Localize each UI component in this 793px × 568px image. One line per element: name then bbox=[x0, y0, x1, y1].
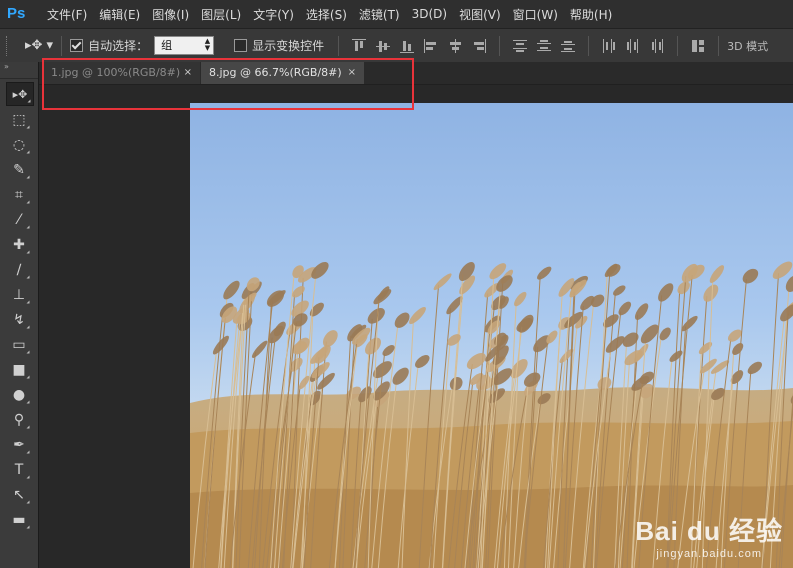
distribute-top-icon[interactable] bbox=[513, 39, 528, 53]
toolbox-collapse-handle[interactable]: » bbox=[0, 62, 38, 79]
brush-icon: ∕ bbox=[16, 262, 22, 278]
reed-field-photo bbox=[190, 103, 793, 568]
marquee-icon: ⬚ bbox=[12, 112, 26, 128]
eraser-icon: ▭ bbox=[12, 337, 26, 353]
brush-tool[interactable]: ∕ bbox=[6, 259, 32, 281]
dodge-tool[interactable]: ⚲ bbox=[6, 409, 32, 431]
auto-select-checkbox[interactable] bbox=[70, 39, 84, 52]
divider bbox=[677, 35, 679, 56]
divider bbox=[338, 35, 340, 56]
document-tab-1[interactable]: 1.jpg @ 100%(RGB/8#) × bbox=[43, 62, 200, 84]
menu-filter[interactable]: 滤镜(T) bbox=[353, 6, 406, 23]
tool-list: ▸✥ ⬚ ◌ ✎ ⌗ ⁄ ✚ ∕ ⊥ ↯ ▭ ■ ● ⚲ ✒ T ↖ ▬ bbox=[0, 82, 38, 531]
menu-window[interactable]: 窗口(W) bbox=[507, 6, 564, 23]
auto-select-label: 自动选择： bbox=[88, 39, 149, 53]
clone-stamp-tool[interactable]: ⊥ bbox=[6, 284, 32, 306]
align-top-edges-icon[interactable] bbox=[352, 38, 367, 53]
eyedropper-icon: ⁄ bbox=[17, 212, 21, 228]
close-icon[interactable]: × bbox=[348, 62, 356, 84]
document-tab-2[interactable]: 8.jpg @ 66.7%(RGB/8#) × bbox=[201, 62, 364, 84]
align-left-edges-icon[interactable] bbox=[424, 38, 438, 53]
menu-layer[interactable]: 图层(L) bbox=[195, 6, 247, 23]
eyedropper-tool[interactable]: ⁄ bbox=[6, 209, 32, 231]
menu-3d[interactable]: 3D(D) bbox=[406, 7, 453, 21]
lasso-icon: ◌ bbox=[12, 137, 26, 153]
path-select-tool[interactable]: ↖ bbox=[6, 484, 32, 506]
document-tab-bar: 1.jpg @ 100%(RGB/8#) × 8.jpg @ 66.7%(RGB… bbox=[39, 62, 793, 85]
options-bar: ▸✥ ▾ 自动选择： 组 ▲ ▼ 显示变换控件 3D 模式 bbox=[0, 28, 793, 63]
document-tab-label: 8.jpg @ 66.7%(RGB/8#) bbox=[209, 66, 342, 79]
move-icon: ▸✥ bbox=[12, 87, 28, 101]
clone-stamp-icon: ⊥ bbox=[12, 287, 26, 303]
menu-help[interactable]: 帮助(H) bbox=[564, 6, 618, 23]
crop-tool[interactable]: ⌗ bbox=[6, 184, 32, 206]
marquee-tool[interactable]: ⬚ bbox=[6, 109, 32, 131]
auto-select-value: 组 bbox=[161, 39, 173, 52]
menu-select[interactable]: 选择(S) bbox=[300, 6, 353, 23]
distribute-right-icon[interactable] bbox=[650, 38, 664, 53]
menu-bar: Ps 文件(F) 编辑(E) 图像(I) 图层(L) 文字(Y) 选择(S) 滤… bbox=[0, 0, 793, 28]
show-transform-checkbox[interactable] bbox=[234, 39, 248, 52]
menu-type[interactable]: 文字(Y) bbox=[247, 6, 300, 23]
photoshop-logo: Ps bbox=[7, 5, 26, 22]
move-tool[interactable]: ▸✥ bbox=[6, 82, 34, 106]
healing-brush-icon: ✚ bbox=[13, 237, 25, 253]
document-tab-label: 1.jpg @ 100%(RGB/8#) bbox=[51, 66, 181, 79]
align-bottom-edges-icon[interactable] bbox=[400, 39, 415, 53]
divider bbox=[718, 35, 720, 56]
toolbox: » ▸✥ ⬚ ◌ ✎ ⌗ ⁄ ✚ ∕ ⊥ ↯ ▭ ■ ● ⚲ ✒ T ↖ ▬ bbox=[0, 62, 39, 568]
auto-align-layers-icon[interactable] bbox=[691, 39, 705, 53]
distribute-left-icon[interactable] bbox=[602, 38, 616, 53]
quick-select-tool[interactable]: ✎ bbox=[6, 159, 32, 181]
watermark-url: jingyan.baidu.com bbox=[656, 548, 762, 560]
baidu-jingyan-watermark: Bai du 经验 jingyan.baidu.com bbox=[635, 511, 783, 560]
gradient-tool[interactable]: ■ bbox=[6, 359, 32, 381]
eraser-tool[interactable]: ▭ bbox=[6, 334, 32, 356]
lasso-tool[interactable]: ◌ bbox=[6, 134, 32, 156]
dodge-icon: ⚲ bbox=[13, 412, 25, 428]
menu-view[interactable]: 视图(V) bbox=[453, 6, 507, 23]
watermark-brand: Bai du 经验 bbox=[635, 516, 783, 546]
align-right-edges-icon[interactable] bbox=[472, 38, 487, 53]
type-icon: T bbox=[14, 462, 24, 478]
healing-brush-tool[interactable]: ✚ bbox=[6, 234, 32, 256]
shape-tool[interactable]: ▬ bbox=[6, 509, 32, 531]
3d-mode-label: 3D 模式 bbox=[727, 39, 769, 53]
type-tool[interactable]: T bbox=[6, 459, 32, 481]
menu-image[interactable]: 图像(I) bbox=[146, 6, 195, 23]
history-brush-icon: ↯ bbox=[13, 312, 25, 328]
auto-select-dropdown[interactable]: 组 ▲ ▼ bbox=[154, 36, 215, 55]
blur-icon: ● bbox=[12, 387, 26, 403]
dropdown-arrows-icon: ▲ ▼ bbox=[204, 37, 211, 52]
options-grip[interactable] bbox=[6, 35, 11, 56]
history-brush-tool[interactable]: ↯ bbox=[6, 309, 32, 331]
move-tool-preset-icon[interactable]: ▸✥ ▾ bbox=[25, 38, 53, 53]
document-canvas[interactable]: Bai du 经验 jingyan.baidu.com bbox=[190, 103, 793, 568]
close-icon[interactable]: × bbox=[184, 62, 192, 84]
divider bbox=[588, 35, 590, 56]
quick-select-icon: ✎ bbox=[13, 162, 25, 178]
blur-tool[interactable]: ● bbox=[6, 384, 32, 406]
align-vertical-centers-icon[interactable] bbox=[376, 39, 391, 53]
path-select-icon: ↖ bbox=[13, 487, 25, 503]
show-transform-label: 显示变换控件 bbox=[252, 39, 325, 53]
pen-icon: ✒ bbox=[13, 437, 25, 453]
menu-edit[interactable]: 编辑(E) bbox=[93, 6, 146, 23]
divider bbox=[61, 35, 63, 56]
gradient-icon: ■ bbox=[12, 362, 26, 378]
shape-icon: ▬ bbox=[12, 512, 26, 528]
align-horizontal-centers-icon[interactable] bbox=[448, 38, 462, 53]
distribute-horizontal-centers-icon[interactable] bbox=[626, 38, 640, 53]
menu-file[interactable]: 文件(F) bbox=[41, 6, 93, 23]
crop-icon: ⌗ bbox=[15, 187, 23, 203]
distribute-bottom-icon[interactable] bbox=[561, 39, 576, 53]
divider bbox=[499, 35, 501, 56]
distribute-vertical-centers-icon[interactable] bbox=[537, 39, 552, 53]
pen-tool[interactable]: ✒ bbox=[6, 434, 32, 456]
